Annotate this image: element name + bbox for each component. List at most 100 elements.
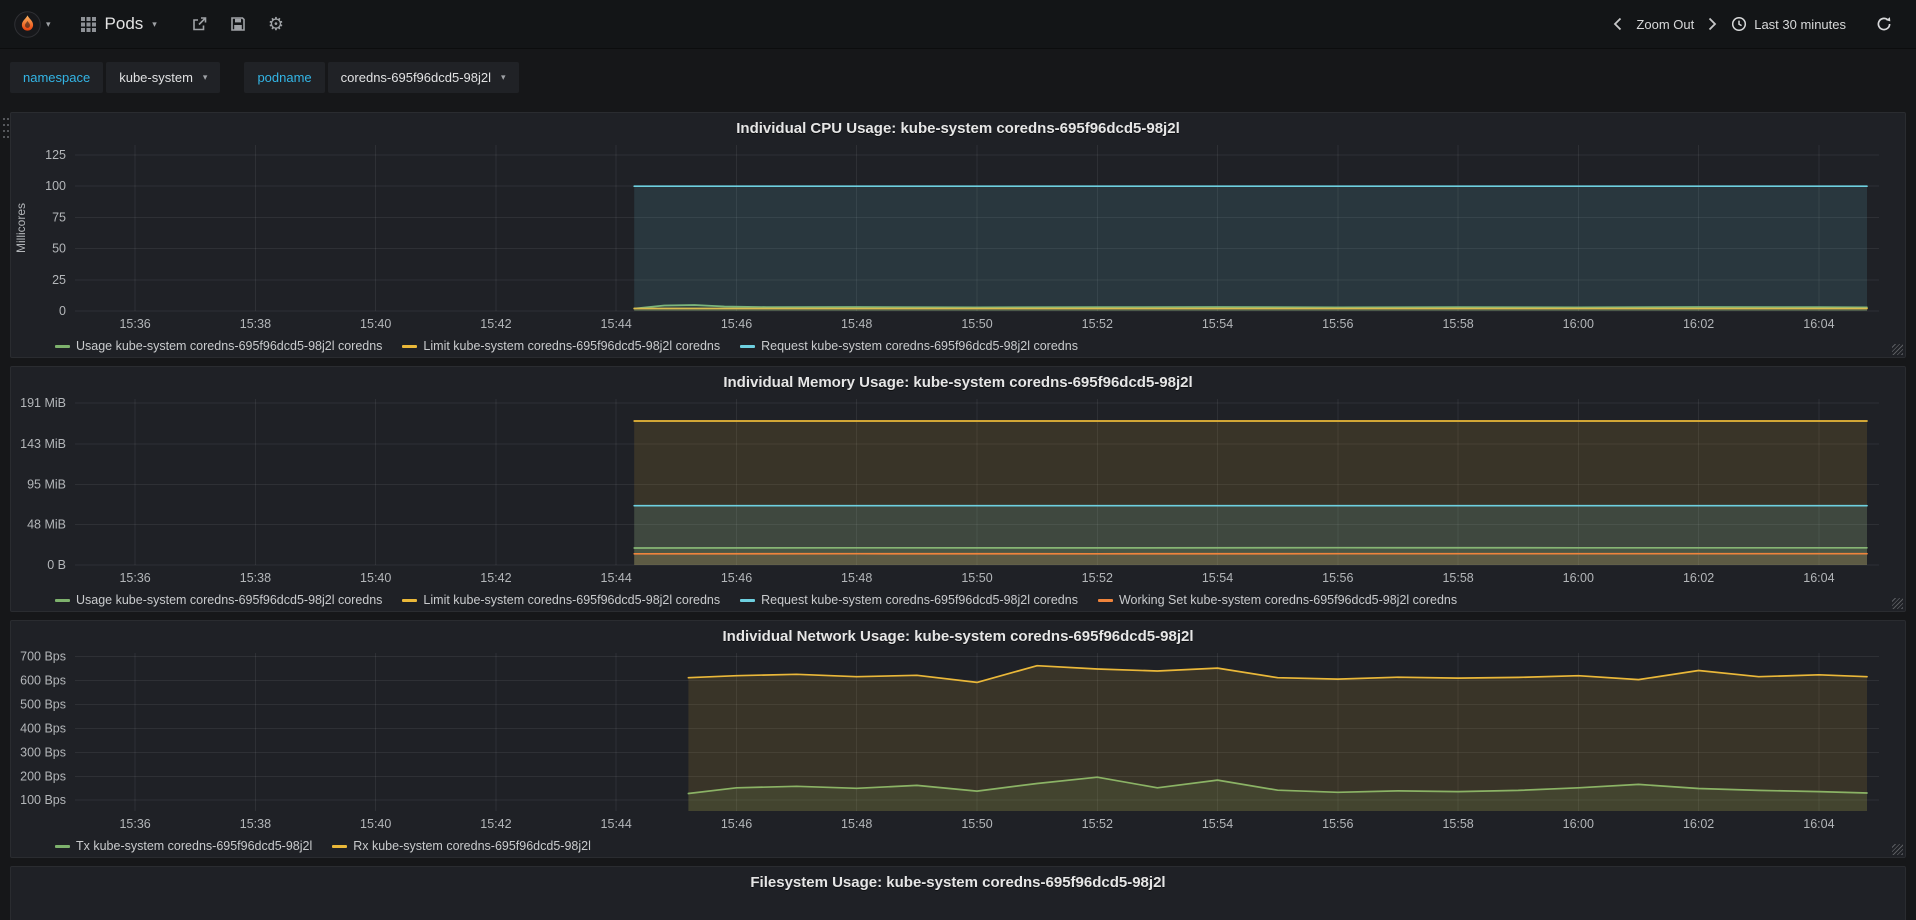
svg-text:500 Bps: 500 Bps [20, 698, 66, 712]
legend-item-request[interactable]: Request kube-system coredns-695f96dcd5-9… [740, 593, 1078, 607]
svg-text:15:42: 15:42 [480, 317, 511, 331]
chevron-left-icon [1614, 17, 1622, 31]
panel-network: Individual Network Usage: kube-system co… [10, 620, 1906, 858]
time-shift-forward-button[interactable] [1702, 11, 1723, 37]
svg-text:16:00: 16:00 [1563, 571, 1594, 585]
variable-podname-value[interactable]: coredns-695f96dcd5-98j2l ▾ [327, 61, 519, 93]
logo-caret-icon: ▾ [46, 18, 51, 29]
legend-series-icon [402, 344, 418, 348]
legend-series-name: Usage kube-system coredns-695f96dcd5-98j… [76, 339, 383, 353]
svg-text:16:04: 16:04 [1803, 817, 1834, 831]
panel-title[interactable]: Individual Memory Usage: kube-system cor… [11, 367, 1905, 393]
variable-namespace-label: namespace [10, 61, 104, 93]
svg-text:16:02: 16:02 [1683, 571, 1714, 585]
legend-series-name: Tx kube-system coredns-695f96dcd5-98j2l [76, 839, 313, 853]
svg-text:15:38: 15:38 [240, 317, 271, 331]
dashboard-picker[interactable]: Pods ▾ [69, 0, 169, 48]
panel-title[interactable]: Individual CPU Usage: kube-system coredn… [11, 113, 1905, 139]
svg-text:300 Bps: 300 Bps [20, 745, 66, 759]
legend-series-name: Request kube-system coredns-695f96dcd5-9… [761, 593, 1078, 607]
legend-series-name: Working Set kube-system coredns-695f96dc… [1118, 593, 1458, 607]
svg-text:600 Bps: 600 Bps [20, 674, 66, 688]
svg-text:48 MiB: 48 MiB [27, 517, 66, 531]
settings-button[interactable]: ⚙ [268, 15, 284, 33]
svg-text:15:40: 15:40 [360, 317, 391, 331]
panel-title[interactable]: Individual Network Usage: kube-system co… [11, 621, 1905, 647]
svg-text:15:44: 15:44 [601, 571, 632, 585]
variable-namespace-current: kube-system [119, 69, 193, 85]
legend-series-icon [740, 598, 756, 602]
navbar-left: ▾ Pods ▾ ⚙ [0, 0, 284, 48]
legend-series-icon [1097, 598, 1113, 602]
svg-text:400 Bps: 400 Bps [20, 721, 66, 735]
share-button[interactable] [191, 16, 208, 32]
svg-text:16:00: 16:00 [1563, 317, 1594, 331]
zoom-out-label: Zoom Out [1636, 16, 1695, 32]
legend-item-working-set[interactable]: Working Set kube-system coredns-695f96dc… [1097, 593, 1458, 607]
legend-item-usage[interactable]: Usage kube-system coredns-695f96dcd5-98j… [55, 593, 382, 607]
network-usage-chart[interactable]: 15:36 15:38 15:40 15:42 15:44 15:46 15:48 15:50… [11, 647, 1905, 835]
svg-text:15:42: 15:42 [480, 817, 511, 831]
variable-namespace: namespace kube-system ▾ [10, 61, 221, 93]
network-legend: Tx kube-system coredns-695f96dcd5-98j2l R… [11, 835, 1905, 857]
svg-text:15:40: 15:40 [360, 571, 391, 585]
svg-text:15:46: 15:46 [721, 817, 752, 831]
legend-series-name: Request kube-system coredns-695f96dcd5-9… [761, 339, 1078, 353]
svg-text:191 MiB: 191 MiB [20, 396, 66, 410]
svg-text:15:42: 15:42 [480, 571, 511, 585]
legend-series-name: Limit kube-system coredns-695f96dcd5-98j… [423, 593, 721, 607]
panel-filesystem: Filesystem Usage: kube-system coredns-69… [10, 866, 1906, 920]
refresh-button[interactable] [1868, 10, 1900, 38]
legend-item-limit[interactable]: Limit kube-system coredns-695f96dcd5-98j… [402, 593, 720, 607]
grafana-app: ▾ Pods ▾ ⚙ Zoom Out Last 30 minutes name… [0, 0, 1916, 920]
cpu-usage-chart[interactable]: 15:36 15:38 15:40 15:42 15:44 15:46 15:48 15:50… [11, 139, 1905, 335]
panel-cpu: Individual CPU Usage: kube-system coredn… [10, 112, 1906, 358]
svg-text:15:40: 15:40 [360, 817, 391, 831]
svg-text:125: 125 [45, 148, 66, 162]
time-range-picker[interactable]: Last 30 minutes [1723, 10, 1854, 38]
panel-resize-handle[interactable] [1892, 598, 1903, 609]
legend-item-request[interactable]: Request kube-system coredns-695f96dcd5-9… [740, 339, 1078, 353]
svg-text:15:58: 15:58 [1442, 571, 1473, 585]
memory-usage-chart[interactable]: 15:36 15:38 15:40 15:42 15:44 15:46 15:48 15:50… [11, 393, 1905, 589]
legend-item-limit[interactable]: Limit kube-system coredns-695f96dcd5-98j… [402, 339, 720, 353]
legend-item-usage[interactable]: Usage kube-system coredns-695f96dcd5-98j… [55, 339, 382, 353]
svg-text:15:56: 15:56 [1322, 317, 1353, 331]
svg-text:15:56: 15:56 [1322, 571, 1353, 585]
dropdown-caret-icon: ▾ [501, 71, 506, 82]
svg-text:16:04: 16:04 [1803, 571, 1834, 585]
legend-item-tx[interactable]: Tx kube-system coredns-695f96dcd5-98j2l [55, 839, 312, 853]
panel-resize-handle[interactable] [1892, 344, 1903, 355]
legend-series-icon [55, 598, 70, 602]
svg-text:100 Bps: 100 Bps [20, 793, 66, 807]
grafana-logo[interactable]: ▾ [0, 0, 65, 48]
panel-title[interactable]: Filesystem Usage: kube-system coredns-69… [11, 867, 1905, 893]
svg-text:75: 75 [52, 210, 66, 224]
variable-podname-current: coredns-695f96dcd5-98j2l [340, 69, 491, 85]
svg-text:16:02: 16:02 [1683, 817, 1714, 831]
variable-namespace-value[interactable]: kube-system ▾ [106, 61, 221, 93]
series-fill-rx [688, 665, 1867, 811]
svg-text:15:48: 15:48 [841, 317, 872, 331]
template-variables-row: namespace kube-system ▾ podname coredns-… [0, 49, 1916, 105]
time-shift-back-button[interactable] [1607, 11, 1628, 37]
dashboard-caret-icon: ▾ [152, 18, 157, 29]
svg-text:15:52: 15:52 [1082, 817, 1113, 831]
panel-resize-handle[interactable] [1892, 844, 1903, 855]
legend-item-rx[interactable]: Rx kube-system coredns-695f96dcd5-98j2l [332, 839, 591, 853]
time-range-label: Last 30 minutes [1754, 16, 1846, 32]
save-icon [231, 17, 245, 31]
legend-series-name: Usage kube-system coredns-695f96dcd5-98j… [76, 593, 383, 607]
svg-text:700 Bps: 700 Bps [20, 650, 66, 664]
share-icon [193, 17, 207, 31]
dashboard-title: Pods [104, 14, 144, 33]
save-button[interactable] [230, 16, 246, 32]
svg-text:15:38: 15:38 [240, 571, 271, 585]
svg-text:143 MiB: 143 MiB [20, 437, 66, 451]
svg-text:25: 25 [52, 273, 66, 287]
chart-canvas: 15:36 15:38 15:40 15:42 15:44 15:46 15:48 15:50… [14, 145, 1879, 331]
svg-text:15:52: 15:52 [1082, 571, 1113, 585]
zoom-out-button[interactable]: Zoom Out [1628, 11, 1702, 38]
svg-text:15:48: 15:48 [841, 571, 872, 585]
grafana-flame-icon [14, 10, 41, 38]
